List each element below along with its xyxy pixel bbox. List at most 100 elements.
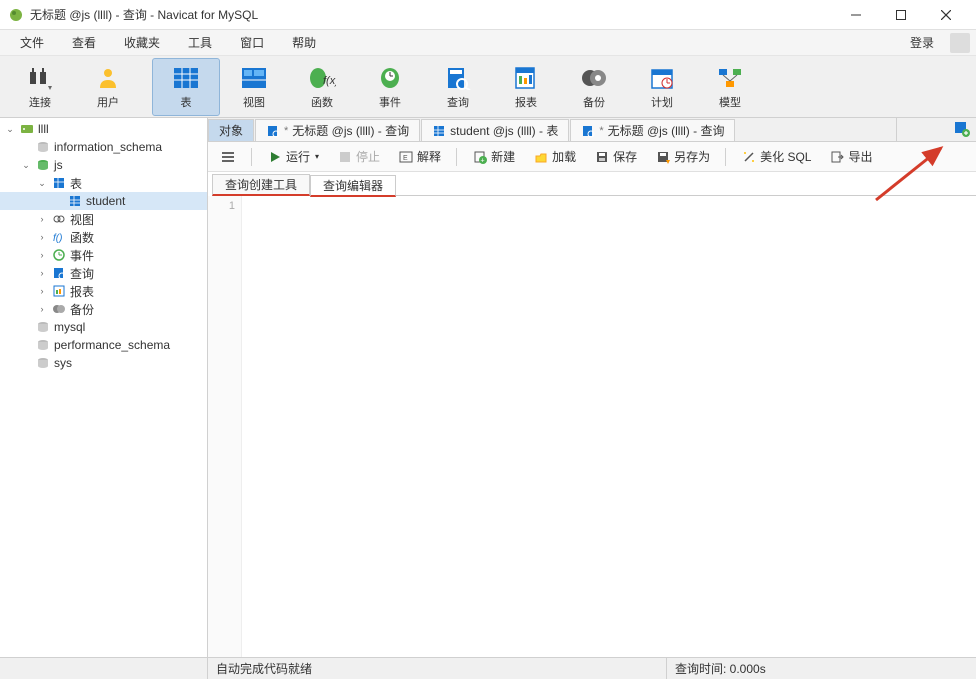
- content-tab-q2[interactable]: *无标题 @js (llll) - 查询: [570, 119, 735, 141]
- new-label: 新建: [491, 148, 515, 165]
- tool-schedule[interactable]: 计划: [628, 58, 696, 116]
- tree-toggle-icon[interactable]: ›: [36, 286, 48, 296]
- wand-icon: [741, 149, 757, 165]
- svg-text:f(): f(): [53, 233, 62, 244]
- content-tabs: 对象*无标题 @js (llll) - 查询student @js (llll)…: [208, 118, 976, 142]
- saveas-button[interactable]: 另存为: [649, 145, 716, 168]
- tree-label: 视图: [70, 211, 94, 228]
- svg-text:f(x): f(x): [323, 75, 336, 87]
- menu-file[interactable]: 文件: [6, 30, 58, 55]
- tree-toggle-icon[interactable]: ›: [36, 268, 48, 278]
- explain-button[interactable]: E解释: [392, 145, 447, 168]
- export-label: 导出: [848, 148, 872, 165]
- tool-table[interactable]: 表: [152, 58, 220, 116]
- tree-label: llll: [38, 122, 49, 136]
- tree-toggle-icon[interactable]: ›: [36, 232, 48, 242]
- report-icon: [510, 64, 542, 92]
- maximize-button[interactable]: [878, 0, 923, 30]
- login-link[interactable]: 登录: [900, 30, 944, 55]
- tree-label: 表: [70, 175, 82, 192]
- export-button[interactable]: 导出: [823, 145, 878, 168]
- dirty-indicator: *: [599, 125, 603, 137]
- menu-tools[interactable]: 工具: [174, 30, 226, 55]
- tree-toggle-icon[interactable]: ⌄: [20, 160, 32, 171]
- explain-icon: E: [398, 149, 414, 165]
- menu-favorites[interactable]: 收藏夹: [110, 30, 174, 55]
- tree-item-事件[interactable]: › 事件: [0, 246, 207, 264]
- beautify-label: 美化 SQL: [760, 148, 811, 165]
- new-button[interactable]: +新建: [466, 145, 521, 168]
- tree-toggle-icon[interactable]: ›: [36, 250, 48, 260]
- tree-item-报表[interactable]: ›报表: [0, 282, 207, 300]
- run-button[interactable]: 运行▾: [261, 145, 325, 168]
- load-button[interactable]: 加载: [527, 145, 582, 168]
- tree-toggle-icon[interactable]: ⌄: [36, 178, 48, 189]
- tree-item-mysql[interactable]: mysql: [0, 318, 207, 336]
- tree-item-student[interactable]: student: [0, 192, 207, 210]
- tool-view[interactable]: 视图: [220, 58, 288, 116]
- tree-toggle-icon[interactable]: ›: [36, 214, 48, 224]
- tree-item-视图[interactable]: › 视图: [0, 210, 207, 228]
- line-number: 1: [208, 200, 235, 212]
- menu-window[interactable]: 窗口: [226, 30, 278, 55]
- window-title: 无标题 @js (llll) - 查询 - Navicat for MySQL: [30, 6, 833, 23]
- tab-query-builder[interactable]: 查询创建工具: [212, 174, 310, 196]
- tree-item-函数[interactable]: › f() 函数: [0, 228, 207, 246]
- save-icon: [594, 149, 610, 165]
- tool-function[interactable]: f(x)函数: [288, 58, 356, 116]
- saveas-label: 另存为: [674, 148, 710, 165]
- editor-area: 1: [208, 196, 976, 657]
- explain-label: 解释: [417, 148, 441, 165]
- tree-label: 查询: [70, 265, 94, 282]
- status-completion: 自动完成代码就绪: [208, 660, 666, 677]
- save-button[interactable]: 保存: [588, 145, 643, 168]
- content-tab-q1[interactable]: *无标题 @js (llll) - 查询: [255, 119, 420, 141]
- tree-item-llll[interactable]: ⌄ llll: [0, 120, 207, 138]
- tree-label: 函数: [70, 229, 94, 246]
- beautify-button[interactable]: 美化 SQL: [735, 145, 817, 168]
- tree-label: mysql: [54, 320, 85, 334]
- tree-item-information_schema[interactable]: information_schema: [0, 138, 207, 156]
- minimize-button[interactable]: [833, 0, 878, 30]
- content-tab-objects[interactable]: 对象: [208, 119, 254, 141]
- tool-backup[interactable]: 备份: [560, 58, 628, 116]
- table-icon: [67, 193, 83, 209]
- tool-label: 连接: [29, 94, 51, 110]
- tab-query-editor[interactable]: 查询编辑器: [310, 175, 396, 197]
- db-open-icon: [35, 157, 51, 173]
- tool-connection[interactable]: 连接: [6, 58, 74, 116]
- tree-item-sys[interactable]: sys: [0, 354, 207, 372]
- menu-view[interactable]: 查看: [58, 30, 110, 55]
- content-tab-t1[interactable]: student @js (llll) - 表: [421, 119, 569, 141]
- fx-icon: f(): [51, 229, 67, 245]
- sql-editor[interactable]: [242, 196, 976, 657]
- editor-tabs: 查询创建工具 查询编辑器: [208, 172, 976, 196]
- tool-label: 视图: [243, 94, 265, 110]
- query-icon: [442, 64, 474, 92]
- tool-event[interactable]: 事件: [356, 58, 424, 116]
- query-icon: [266, 124, 280, 138]
- tree-item-表[interactable]: ⌄表: [0, 174, 207, 192]
- avatar-icon[interactable]: [950, 33, 970, 53]
- tree-item-备份[interactable]: ›备份: [0, 300, 207, 318]
- tree-toggle-icon[interactable]: ›: [36, 304, 48, 314]
- tool-report[interactable]: 报表: [492, 58, 560, 116]
- fx-icon: f(x): [306, 64, 338, 92]
- tree-item-performance_schema[interactable]: performance_schema: [0, 336, 207, 354]
- db-icon: [35, 337, 51, 353]
- tree-item-查询[interactable]: › 查询: [0, 264, 207, 282]
- run-label: 运行: [286, 148, 310, 165]
- tree-toggle-icon[interactable]: ⌄: [4, 124, 16, 135]
- tool-label: 用户: [97, 94, 119, 110]
- sidebar: ⌄llllinformation_schema⌄js⌄表student›视图›f…: [0, 118, 208, 657]
- new-tab-button[interactable]: [954, 121, 970, 137]
- tool-query[interactable]: 查询: [424, 58, 492, 116]
- tree-item-js[interactable]: ⌄js: [0, 156, 207, 174]
- menu-help[interactable]: 帮助: [278, 30, 330, 55]
- hamburger-button[interactable]: [214, 146, 242, 168]
- tool-model[interactable]: 模型: [696, 58, 764, 116]
- tool-user[interactable]: 用户: [74, 58, 142, 116]
- views-icon: [51, 211, 67, 227]
- close-button[interactable]: [923, 0, 968, 30]
- tree-label: 事件: [70, 247, 94, 264]
